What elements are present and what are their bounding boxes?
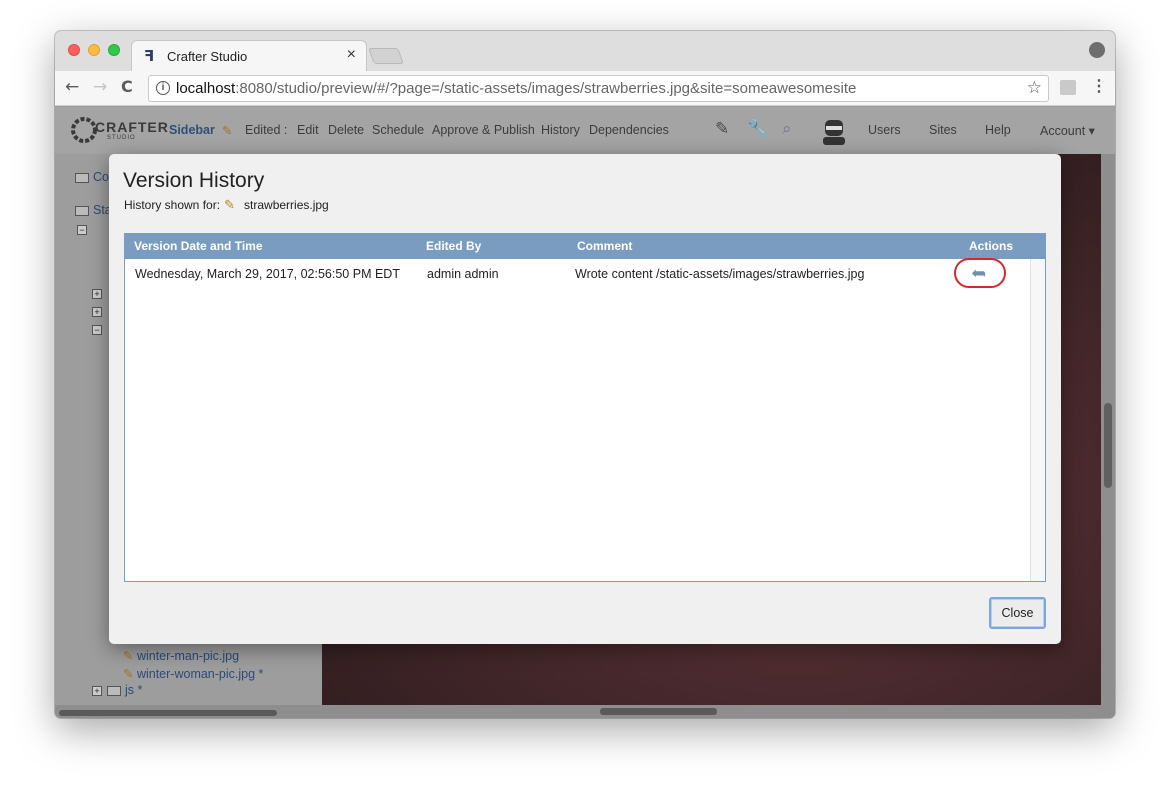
edited-pencil-icon: ✎ — [224, 197, 235, 212]
address-bar-row: ← → C i localhost:8080/studio/preview/#/… — [55, 71, 1115, 106]
url-input[interactable]: i localhost:8080/studio/preview/#/?page=… — [148, 75, 1049, 102]
dependencies-action[interactable]: Dependencies — [589, 123, 669, 137]
browser-tab[interactable]: ꟻ Crafter Studio × — [131, 40, 367, 71]
expand-icon[interactable]: + — [92, 289, 102, 299]
approve-publish-action[interactable]: Approve & Publish — [432, 123, 535, 137]
preview-scrollbar-thumb[interactable] — [600, 708, 717, 715]
folder-icon — [75, 172, 89, 183]
sidebar-item-js[interactable]: js * — [107, 683, 142, 697]
minimize-window-button[interactable] — [88, 44, 100, 56]
url-host: localhost — [176, 80, 236, 97]
vertical-scrollbar-thumb[interactable] — [1104, 403, 1112, 488]
expand-icon[interactable]: + — [92, 686, 102, 696]
search-icon[interactable]: ⌕ — [782, 119, 792, 139]
wrench-icon[interactable]: 🔧 — [747, 119, 768, 139]
logo-sub: STUDIO — [107, 135, 136, 141]
close-button[interactable]: Close — [989, 597, 1046, 629]
reload-icon[interactable]: C — [121, 77, 133, 96]
version-date: Wednesday, March 29, 2017, 02:56:50 PM E… — [135, 267, 400, 281]
sidebar-scrollbar-thumb[interactable] — [59, 710, 277, 716]
table-scrollbar[interactable] — [1030, 259, 1045, 581]
schedule-action[interactable]: Schedule — [372, 123, 424, 137]
extension-icon[interactable] — [1060, 80, 1076, 95]
history-action[interactable]: History — [541, 123, 580, 137]
forward-icon[interactable]: → — [93, 77, 107, 97]
new-tab-button[interactable] — [368, 48, 404, 64]
sidebar-item-static[interactable]: Sta — [75, 203, 112, 217]
edit-action[interactable]: Edit — [297, 123, 319, 137]
close-window-button[interactable] — [68, 44, 80, 56]
url-path: :8080/studio/preview/#/?page=/static-ass… — [235, 80, 857, 97]
column-header-comment: Comment — [577, 239, 633, 253]
column-header-actions: Actions — [969, 239, 1014, 253]
revert-button[interactable]: ➦ — [954, 258, 1006, 288]
edited-pencil-icon: ✎ — [123, 667, 137, 681]
sidebar-item-winter-woman[interactable]: ✎ winter-woman-pic.jpg * — [123, 666, 263, 681]
maximize-window-button[interactable] — [108, 44, 120, 56]
version-history-table: Version Date and Time Edited By Comment … — [124, 233, 1046, 582]
browser-window: ꟻ Crafter Studio × ← → C i localhost:808… — [55, 31, 1115, 718]
delete-action[interactable]: Delete — [328, 123, 364, 137]
url-text: localhost:8080/studio/preview/#/?page=/s… — [176, 80, 856, 97]
column-header-edited-by: Edited By — [426, 239, 482, 253]
tab-strip: ꟻ Crafter Studio × — [55, 31, 1115, 71]
expand-icon[interactable]: + — [92, 307, 102, 317]
edited-pencil-icon: ✎ — [123, 649, 137, 663]
folder-icon — [107, 685, 121, 696]
browser-menu-icon[interactable]: ⋮ — [1091, 76, 1107, 96]
dialog-title: Version History — [123, 169, 265, 192]
shown-for-label: History shown for: — [124, 198, 221, 212]
tab-title: Crafter Studio — [167, 49, 248, 64]
edited-label: Edited : — [245, 123, 288, 137]
tab-close-icon[interactable]: × — [347, 46, 356, 64]
studio-toolbar: CRAFTER STUDIO Sidebar ✎ Edited : Edit D… — [55, 107, 1115, 154]
version-comment: Wrote content /static-assets/images/stra… — [575, 267, 865, 281]
version-history-dialog: Version History History shown for: ✎ straw… — [109, 154, 1061, 644]
version-edited-by: admin admin — [427, 267, 499, 281]
table-header: Version Date and Time Edited By Comment … — [125, 234, 1045, 259]
history-shown-for: History shown for: ✎ strawberries.jpg — [124, 197, 329, 213]
file-name: strawberries.jpg — [244, 198, 329, 212]
bookmark-star-icon[interactable]: ☆ — [1027, 78, 1042, 98]
profile-icon[interactable] — [1089, 42, 1105, 58]
crafter-favicon-icon: ꟻ — [144, 47, 155, 65]
collapse-icon[interactable]: − — [77, 225, 87, 235]
sidebar-item-content[interactable]: Co — [75, 170, 109, 184]
revert-icon[interactable]: ➦ — [971, 263, 986, 284]
edited-pencil-icon: ✎ — [222, 124, 233, 138]
info-icon[interactable]: i — [156, 81, 170, 95]
column-header-date: Version Date and Time — [134, 239, 263, 253]
logo-word: CRAFTER — [95, 119, 169, 135]
sidebar-toggle[interactable]: Sidebar — [169, 123, 215, 137]
users-nav[interactable]: Users — [868, 123, 901, 137]
pencil-icon[interactable]: ✎ — [715, 119, 729, 139]
sidebar-item-winter-man[interactable]: ✎ winter-man-pic.jpg — [123, 648, 239, 663]
folder-icon — [75, 205, 89, 216]
account-nav[interactable]: Account ▾ — [1040, 123, 1095, 138]
back-icon[interactable]: ← — [65, 77, 79, 97]
collapse-icon[interactable]: − — [92, 325, 102, 335]
sites-nav[interactable]: Sites — [929, 123, 957, 137]
preview-avatar-icon[interactable] — [821, 117, 847, 145]
help-nav[interactable]: Help — [985, 123, 1011, 137]
